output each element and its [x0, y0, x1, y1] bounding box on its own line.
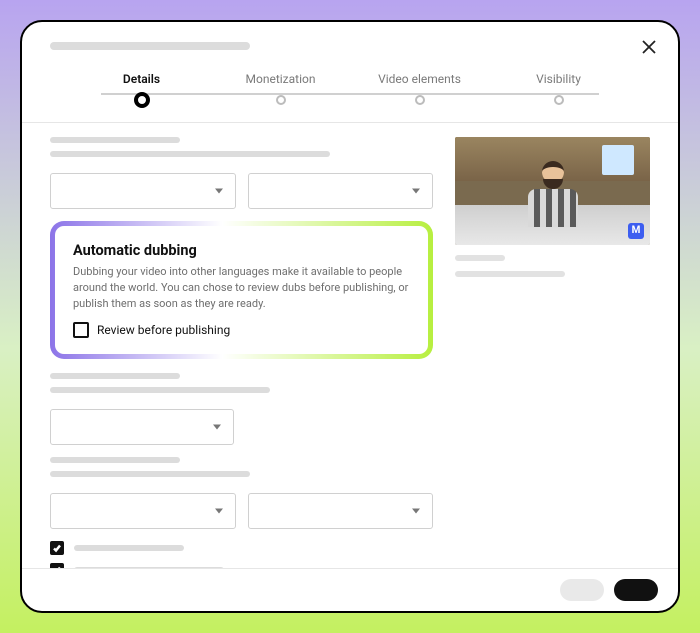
automatic-dubbing-card: Automatic dubbing Dubbing your video int…: [50, 221, 433, 359]
card-description: Dubbing your video into other languages …: [73, 264, 410, 312]
primary-button[interactable]: [614, 579, 658, 601]
secondary-button[interactable]: [560, 579, 604, 601]
step-dot-icon: [415, 95, 425, 105]
field-label-placeholder: [50, 373, 180, 379]
form-left-column: Automatic dubbing Dubbing your video int…: [50, 137, 433, 568]
field-hint-placeholder: [50, 387, 270, 393]
dropdown-field[interactable]: [50, 173, 236, 209]
step-details[interactable]: Details: [72, 72, 211, 108]
step-visibility[interactable]: Visibility: [489, 72, 628, 108]
step-label: Visibility: [489, 72, 628, 86]
close-button[interactable]: [638, 36, 660, 58]
step-label: Monetization: [211, 72, 350, 86]
field-label-placeholder: [50, 137, 180, 143]
stepper-line: [101, 93, 600, 95]
step-label: Details: [72, 72, 211, 86]
dropdown-field[interactable]: [50, 409, 234, 445]
card-title: Automatic dubbing: [73, 242, 410, 259]
preview-column: M: [455, 137, 650, 568]
video-meta-placeholder: [455, 271, 565, 277]
thumbnail-badge: M: [628, 223, 644, 239]
checklist-item[interactable]: [50, 541, 433, 555]
dropdown-field[interactable]: [50, 493, 236, 529]
field-hint-placeholder: [50, 471, 250, 477]
step-monetization[interactable]: Monetization: [211, 72, 350, 108]
review-before-publishing-checkbox[interactable]: Review before publishing: [73, 322, 410, 338]
checkbox-label: Review before publishing: [97, 323, 230, 337]
option-checklist: [50, 541, 433, 568]
checkbox-checked-icon: [50, 541, 64, 555]
step-label: Video elements: [350, 72, 489, 86]
checkbox-icon: [73, 322, 89, 338]
field-label-placeholder: [50, 457, 180, 463]
dropdown-field[interactable]: [248, 493, 434, 529]
video-meta-placeholder: [455, 255, 505, 261]
field-hint-placeholder: [50, 151, 330, 157]
step-dot-icon: [554, 95, 564, 105]
step-dot-icon: [276, 95, 286, 105]
step-dot-icon: [134, 92, 150, 108]
step-video-elements[interactable]: Video elements: [350, 72, 489, 108]
modal-title-placeholder: [50, 42, 250, 50]
modal-body: Automatic dubbing Dubbing your video int…: [22, 123, 678, 568]
video-thumbnail[interactable]: M: [455, 137, 650, 245]
upload-modal: Details Monetization Video elements Visi…: [20, 20, 680, 613]
checklist-label-placeholder: [74, 545, 184, 551]
stepper: Details Monetization Video elements Visi…: [22, 66, 678, 123]
close-icon: [640, 38, 658, 56]
modal-header: [22, 22, 678, 66]
modal-footer: [22, 568, 678, 611]
dropdown-field[interactable]: [248, 173, 434, 209]
